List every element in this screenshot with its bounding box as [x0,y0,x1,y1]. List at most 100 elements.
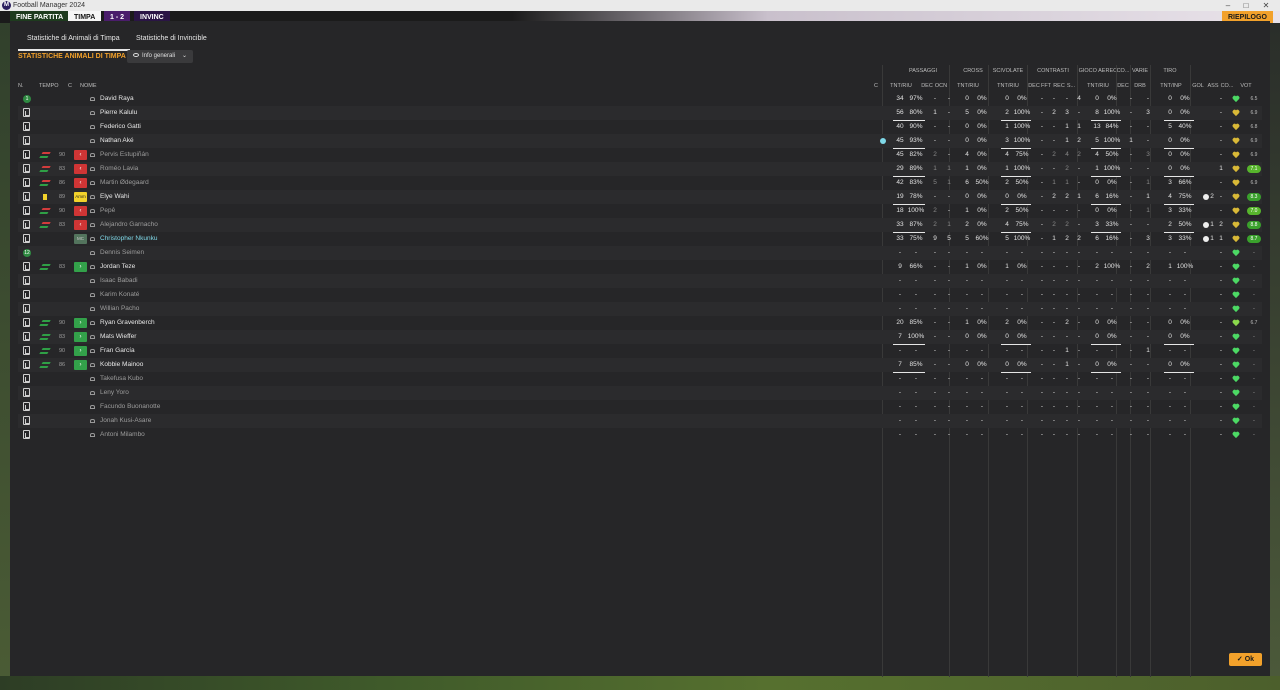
position-badge[interactable]: Amm [74,192,87,202]
table-row[interactable]: 86 ‹ Martin Ødegaard 42 83% 5 1 6 50% 2 50% -1 1-0 0%… [18,176,1262,191]
table-row[interactable]: Karim Konaté - - - - - - - - - - - - - - - - - - - - [18,288,1262,302]
col-ass[interactable]: ASS [1206,83,1220,89]
table-row[interactable]: 90 › Fran García - - - - - - - - - - 1 - - - - 1 - - - - [18,344,1262,358]
player-name[interactable]: Pepê [100,204,115,218]
view-select[interactable]: Info generali ⌄ [127,50,193,63]
table-row[interactable]: Willian Pacho - - - - - - - - - - - - - - - - - - - - [18,302,1262,316]
player-name[interactable]: Willian Pacho [100,302,139,316]
stat-pp: 100% [907,331,925,345]
col-scv-tnt[interactable]: TNT/RIU [993,83,1023,89]
table-row[interactable]: 83 › Jordan Teze 9 66% - -1 0% 1 0% - - - -2 100% -2 1 10… [18,260,1262,275]
player-name[interactable]: Kobbie Mainoo [100,358,143,372]
stat-ks: - [1077,417,1081,424]
player-name[interactable]: Pierre Kalulu [100,106,137,120]
col-con-dec[interactable]: DEC [1028,83,1040,89]
position-badge[interactable]: ‹ [74,178,87,188]
player-name[interactable]: Roméo Lavia [100,162,138,176]
position-badge[interactable]: › [74,346,87,356]
col-aer-tnt[interactable]: TNT/RIU [1083,83,1113,89]
player-name[interactable]: David Raya [100,92,134,106]
stat-cp: 0% [977,123,987,130]
table-row[interactable]: 83 › Mats Wieffer 7 100% - -0 0% 0 0% - - - -0 0% - -0 0%… [18,330,1262,345]
player-name[interactable]: Dennis Seimen [100,246,144,260]
table-row[interactable]: Federico Gatti 40 90% - -0 0% 1 100% - -1 1 13 84% - -… [18,120,1262,135]
position-badge[interactable]: MC [74,234,87,244]
player-name[interactable]: Antoni Milambo [100,428,145,442]
stat-tp: - [1183,403,1187,410]
col-c[interactable]: C [68,83,72,89]
col-n[interactable]: N. [18,83,24,89]
position-badge[interactable]: › [74,332,87,342]
player-name[interactable]: Takefusa Kubo [100,372,143,386]
position-badge[interactable]: ‹ [74,220,87,230]
position-badge[interactable]: › [74,360,87,370]
table-row[interactable]: Pierre Kalulu 56 80% 1-5 0% 2 100% -2 3-8 100% -3 0… [18,106,1262,121]
col-cross-tnt[interactable]: TNT/RIU [953,83,983,89]
stat-pocn: - [947,137,951,144]
col-cond[interactable]: CO... [1220,83,1234,89]
stat-ap: 84% [1103,121,1121,135]
table-row[interactable]: 90 ‹ Pervis Estupiñán 45 82% 2-4 0% 4 75% -2 4 2 4 50… [18,148,1262,163]
player-name[interactable]: Christopher Nkunku [100,232,157,246]
player-name[interactable]: Jonah Kusi-Asare [100,414,151,428]
player-name[interactable]: Fran García [100,344,135,358]
minimize-icon[interactable]: – [1218,0,1238,11]
table-row[interactable]: Jonah Kusi-Asare - - - - - - - - - - - - - - - - - - - - [18,414,1262,428]
position-badge[interactable]: › [74,262,87,272]
position-badge[interactable]: › [74,318,87,328]
player-name[interactable]: Isaac Babadi [100,274,138,288]
col-pass-dec[interactable]: DEC [920,83,934,89]
maximize-icon[interactable]: □ [1236,0,1256,11]
table-row[interactable]: 1 David Raya 34 97% - -0 0% 0 0% - - -4 0 0% - -0 0% -6.5 [18,92,1262,107]
col-tiro-tnt[interactable]: TNT/INP [1156,83,1186,89]
table-row[interactable]: Nathan Aké 45 93% - -0 0% 3 100% - -1 2 5 100% 1-0 0% -… [18,134,1262,149]
table-row[interactable]: 90 ‹ Pepê 18 100% 2-1 0% 2 50% - - - -0 0% -1 3 33% -7.0 [18,204,1262,219]
col-con-fft[interactable]: FFT [1040,83,1052,89]
col-nome[interactable]: NOME [80,83,97,89]
col-co-dec[interactable]: DEC [1116,83,1130,89]
col-con-rec[interactable]: REC [1053,83,1065,89]
table-row[interactable]: Facundo Buonanotte - - - - - - - - - - - - - - - - - - - - [18,400,1262,414]
close-icon[interactable]: ✕ [1256,0,1276,11]
table-row[interactable]: 89 Amm Elye Wahi 19 78% - -0 0% 0 0% -2 2 1 6 16% -1 4 75… [18,190,1262,205]
col-con-s[interactable]: S... [1065,83,1077,89]
player-name[interactable]: Pervis Estupiñán [100,148,149,162]
tab-home-stats[interactable]: Statistiche di Animali di Timpa [18,31,130,51]
player-name[interactable]: Jordan Teze [100,260,135,274]
tab-away-stats[interactable]: Statistiche di Invincible [136,31,216,51]
player-name[interactable]: Alejandro Garnacho [100,218,158,232]
player-name[interactable]: Mats Wieffer [100,330,136,344]
condition-heart-icon [1232,250,1239,257]
player-name[interactable]: Federico Gatti [100,120,141,134]
position-badge[interactable]: ‹ [74,150,87,160]
stat-at: - [1095,417,1099,424]
table-row[interactable]: Isaac Babadi - - - - - - - - - - - - - - - - - - - - [18,274,1262,288]
player-name[interactable]: Elye Wahi [100,190,129,204]
ok-button[interactable]: ✓ Ok [1229,653,1262,666]
player-name[interactable]: Karim Konaté [100,288,139,302]
player-name[interactable]: Facundo Buonanotte [100,400,160,414]
col-pass-ocn[interactable]: OCN [934,83,948,89]
col-vot[interactable]: VOT [1239,83,1253,89]
player-name[interactable]: Leny Yoro [100,386,129,400]
table-row[interactable]: 12 Dennis Seimen - - - - - - - - - - - - - - - - - - - - [18,246,1262,260]
col-c2[interactable]: C [874,83,878,89]
col-tempo[interactable]: TEMPO [39,83,59,89]
table-row[interactable]: 83 ‹ Alejandro Garnacho 33 87% 2 1 2 0% 4 75% -2 2-3… [18,218,1262,233]
table-row[interactable]: 83 ‹ Roméo Lavia 29 89% 1 1 1 0% 1 100% - -2-1 100% - -… [18,162,1262,177]
table-row[interactable]: 86 › Kobbie Mainoo 7 85% - -0 0% 0 0% - -1-0 0% - -0 0%… [18,358,1262,373]
player-name[interactable]: Nathan Aké [100,134,134,148]
player-name[interactable]: Martin Ødegaard [100,176,149,190]
position-badge[interactable]: ‹ [74,164,87,174]
position-badge[interactable]: ‹ [74,206,87,216]
table-row[interactable]: 90 › Ryan Gravenberch 20 85% - -1 0% 2 0% - -2-0 0% -… [18,316,1262,331]
col-var-drb[interactable]: DRB [1132,83,1148,89]
table-row[interactable]: MC Christopher Nkunku 33 75% 9 5 5 60% 5 100% -1 2 2… [18,232,1262,247]
col-pass-tnt[interactable]: TNT/RIU [885,83,917,89]
table-row[interactable]: Antoni Milambo - - - - - - - - - - - - - - - - - - - - [18,428,1262,442]
table-row[interactable]: Takefusa Kubo - - - - - - - - - - - - - - - - - - - - [18,372,1262,386]
player-name[interactable]: Ryan Gravenberch [100,316,155,330]
col-gol[interactable]: GOL [1191,83,1205,89]
minutes-played: 90 [58,208,66,214]
table-row[interactable]: Leny Yoro - - - - - - - - - - - - - - - - - - - - [18,386,1262,400]
